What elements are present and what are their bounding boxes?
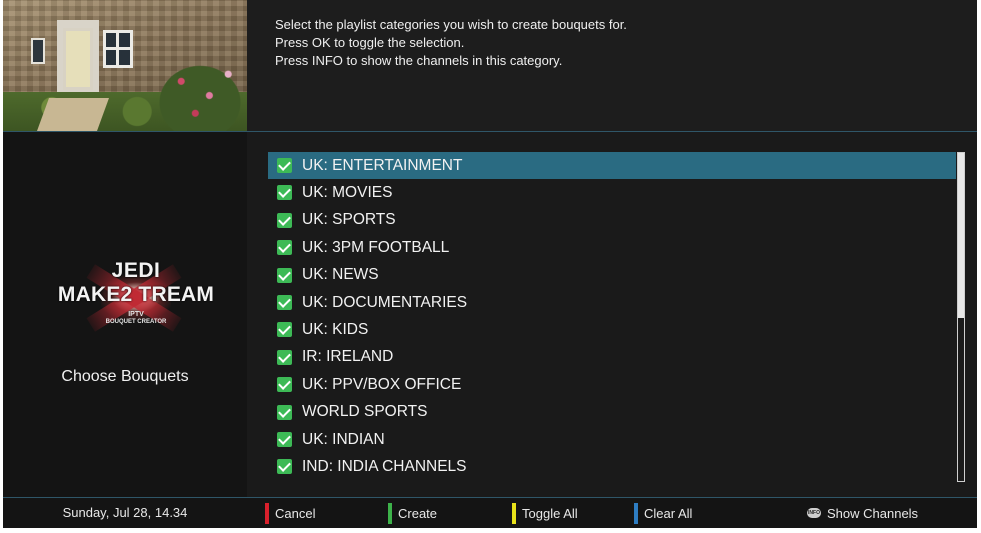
checkbox-checked-icon[interactable]	[277, 295, 292, 310]
checkbox-checked-icon[interactable]	[277, 404, 292, 420]
datetime: Sunday, Jul 28, 14.34	[62, 505, 188, 520]
category-item[interactable]: UK: SPORTS	[268, 207, 956, 234]
logo-line2: MAKE2 TREAM	[57, 283, 215, 306]
instructions-panel: Select the playlist categories you wish …	[247, 0, 977, 131]
jedi-logo: JEDI MAKE2 TREAM IPTV BOUQUET CREATOR	[51, 255, 221, 345]
screen: JEDI MAKE2 TREAM IPTV BOUQUET CREATOR Ch…	[3, 0, 977, 528]
clear-all-button[interactable]: Clear All	[634, 498, 692, 528]
checkbox-checked-icon[interactable]	[277, 459, 292, 475]
checkbox-checked-icon[interactable]	[277, 267, 292, 283]
create-button[interactable]: Create	[388, 498, 437, 528]
checkbox-checked-icon[interactable]	[277, 240, 292, 256]
checkbox-checked-icon[interactable]	[277, 349, 292, 365]
preview-window-left	[31, 38, 45, 64]
category-item[interactable]: UK: MOVIES	[268, 179, 956, 206]
category-list: UK: ENTERTAINMENT UK: MOVIES UK: SPORTS UK:…	[247, 132, 977, 497]
cancel-label: Cancel	[275, 505, 316, 521]
info-key-icon: INFO	[807, 508, 821, 518]
category-item[interactable]: UK: NEWS	[268, 262, 956, 289]
category-item[interactable]: IR: IRELAND	[268, 344, 956, 371]
scrollbar-thumb[interactable]	[958, 153, 964, 318]
category-label: UK: NEWS	[302, 266, 379, 284]
checkbox-checked-icon[interactable]	[277, 158, 292, 173]
preview-door	[63, 28, 93, 90]
checkbox-checked-icon[interactable]	[277, 212, 292, 228]
checkbox-checked-icon[interactable]	[277, 185, 292, 201]
category-item[interactable]: UK: INDIAN	[268, 426, 956, 453]
logo-line3: IPTV	[128, 311, 144, 318]
category-item[interactable]: WORLD SPORTS	[268, 399, 956, 426]
category-label: WORLD SPORTS	[302, 403, 428, 421]
category-item[interactable]: IND: INDIA CHANNELS	[268, 453, 956, 480]
category-label: UK: KIDS	[302, 320, 369, 338]
yellow-key-icon	[512, 502, 516, 524]
category-label: UK: INDIAN	[302, 430, 385, 448]
checkbox-checked-icon[interactable]	[277, 432, 292, 447]
green-key-icon	[388, 502, 392, 524]
logo-line1: JEDI	[111, 259, 161, 282]
checkbox-checked-icon[interactable]	[277, 377, 292, 393]
toggle-all-button[interactable]: Toggle All	[512, 498, 578, 528]
red-key-icon	[265, 502, 269, 524]
left-panel: JEDI MAKE2 TREAM IPTV BOUQUET CREATOR Ch…	[3, 0, 247, 497]
blue-key-icon	[634, 502, 638, 524]
clear-all-label: Clear All	[644, 505, 693, 521]
category-label: UK: DOCUMENTARIES	[302, 293, 468, 311]
category-label: IR: IRELAND	[302, 348, 394, 366]
category-label: IND: INDIA CHANNELS	[302, 457, 467, 475]
show-channels-button[interactable]: INFO Show Channels	[807, 498, 918, 528]
instruction-line: Press INFO to show the channels in this …	[275, 53, 563, 68]
cancel-button[interactable]: Cancel	[265, 498, 315, 528]
category-item[interactable]: UK: ENTERTAINMENT	[268, 152, 956, 179]
preview-window	[103, 30, 133, 68]
category-label: UK: PPV/BOX OFFICE	[302, 375, 462, 393]
screen-title: Choose Bouquets	[61, 368, 189, 385]
category-label: UK: MOVIES	[302, 183, 393, 201]
logo-line4: BOUQUET CREATOR	[105, 319, 167, 325]
checkbox-checked-icon[interactable]	[277, 322, 292, 338]
preview-path	[36, 98, 110, 131]
category-label: UK: SPORTS	[302, 211, 396, 229]
toggle-all-label: Toggle All	[522, 505, 578, 521]
instruction-line: Select the playlist categories you wish …	[275, 17, 627, 32]
category-item[interactable]: UK: PPV/BOX OFFICE	[268, 371, 956, 398]
show-channels-label: Show Channels	[827, 505, 919, 521]
category-item[interactable]: UK: 3PM FOOTBALL	[268, 234, 956, 261]
scrollbar[interactable]	[957, 152, 965, 482]
instruction-line: Press OK to toggle the selection.	[275, 35, 465, 50]
category-label: UK: ENTERTAINMENT	[302, 156, 463, 174]
preview-flowers	[153, 60, 247, 131]
footer-bar: Sunday, Jul 28, 14.34 Cancel Create Togg…	[3, 497, 977, 528]
category-item[interactable]: UK: DOCUMENTARIES	[268, 289, 956, 316]
category-item[interactable]: UK: KIDS	[268, 316, 956, 343]
create-label: Create	[398, 505, 438, 521]
preview-image	[3, 0, 247, 131]
category-label: UK: 3PM FOOTBALL	[302, 238, 450, 256]
